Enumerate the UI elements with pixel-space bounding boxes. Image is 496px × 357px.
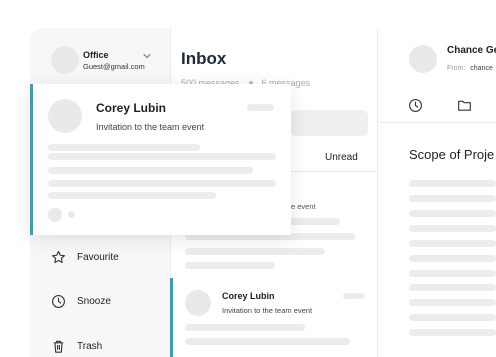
page-title: Inbox (181, 49, 227, 68)
sidebar-item-favourite[interactable]: Favourite (51, 246, 166, 268)
folder-icon[interactable] (457, 98, 472, 113)
skeleton-line (409, 270, 496, 277)
skeleton-line (48, 153, 276, 160)
sidebar-item-label: Snooze (77, 295, 111, 307)
skeleton-line (409, 195, 496, 202)
mail-snippet: e event (291, 202, 316, 211)
reader-divider (379, 122, 496, 123)
avatar[interactable] (51, 46, 79, 74)
skeleton-line (48, 192, 216, 199)
sidebar-item-label: Trash (77, 340, 103, 352)
skeleton-line (247, 104, 274, 111)
skeleton-line (409, 284, 496, 291)
skeleton-line (48, 167, 253, 174)
skeleton-line (409, 240, 496, 247)
account-email: Guest@gmail.com (83, 62, 145, 71)
skeleton-line (343, 293, 365, 299)
avatar (409, 45, 437, 73)
skeleton-line (409, 255, 496, 262)
clock-icon (52, 294, 65, 308)
skeleton-line (409, 180, 496, 187)
reader-subject: Scope of Proje (409, 147, 495, 162)
skeleton-line (409, 210, 496, 217)
account-name: Office (83, 50, 109, 60)
skeleton-line (409, 329, 496, 336)
mail-sender: Corey Lubin (222, 291, 275, 301)
reader-sender: Chance Ge (447, 45, 496, 56)
from-label: From: (447, 65, 466, 72)
mail-subject: Invitation to the team event (96, 122, 205, 132)
skeleton-line (409, 314, 496, 321)
skeleton-line (185, 248, 325, 255)
skeleton-line (48, 144, 200, 151)
avatar (48, 208, 62, 222)
featured-mail-card[interactable]: Corey Lubin Invitation to the team event (30, 84, 291, 235)
status-dot (68, 211, 75, 218)
star-icon (52, 250, 65, 263)
avatar (48, 99, 82, 133)
sidebar-item-label: Favourite (77, 251, 119, 263)
tab-unread[interactable]: Unread (325, 152, 358, 163)
skeleton-line (409, 299, 496, 306)
avatar (185, 290, 211, 316)
clock-icon[interactable] (408, 98, 423, 113)
sidebar-item-snooze[interactable]: Snooze (51, 290, 166, 312)
skeleton-line (185, 324, 305, 331)
sidebar-item-trash[interactable]: Trash (51, 335, 166, 357)
reading-pane (379, 28, 496, 357)
chevron-down-icon[interactable] (142, 51, 152, 61)
selected-indicator (170, 278, 173, 357)
from-value: chance (470, 65, 493, 72)
skeleton-line (48, 180, 276, 187)
skeleton-line (185, 338, 350, 345)
app-window: Office Guest@gmail.com Favourite Snooze … (0, 0, 496, 357)
mail-subject: Invitation to the team event (222, 306, 313, 315)
skeleton-line (185, 262, 275, 269)
search-box[interactable] (290, 110, 368, 136)
trash-icon (53, 340, 64, 353)
skeleton-line (409, 225, 496, 232)
selected-indicator (30, 84, 33, 235)
reader-from: From: chance (447, 65, 493, 72)
mail-sender: Corey Lubin (96, 101, 167, 115)
